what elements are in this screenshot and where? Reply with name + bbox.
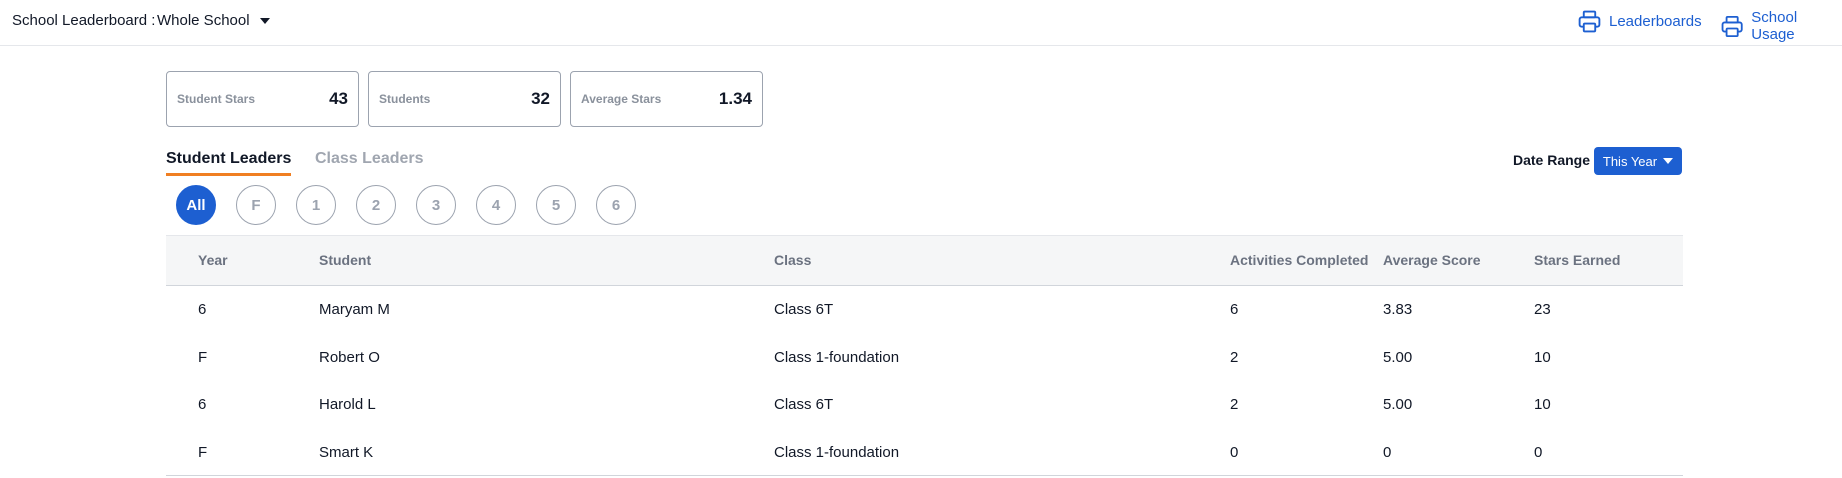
column-header-class[interactable]: Class — [774, 252, 811, 268]
cell-stars-earned: 10 — [1534, 348, 1551, 366]
stat-average-stars: Average Stars 1.34 — [570, 71, 763, 127]
cell-average-score: 0 — [1383, 443, 1392, 461]
date-range-value: This Year — [1602, 153, 1658, 169]
table-row: 6 Harold L Class 6T 2 5.00 10 — [166, 381, 1683, 429]
cell-student: Maryam M — [319, 301, 390, 318]
table-row: F Robert O Class 1-foundation 2 5.00 10 — [166, 334, 1683, 382]
chevron-down-icon — [259, 17, 270, 24]
printer-icon — [1721, 15, 1743, 37]
cell-average-score: 5.00 — [1383, 348, 1413, 366]
table-row: F Smart K Class 1-foundation 0 0 0 — [166, 429, 1683, 476]
chevron-down-icon — [1663, 158, 1674, 164]
cell-activities: 0 — [1230, 443, 1239, 461]
stat-label: Students — [379, 92, 431, 106]
year-filter-4[interactable]: 4 — [476, 185, 516, 225]
cell-activities: 2 — [1230, 348, 1239, 366]
stat-label: Student Stars — [177, 92, 256, 106]
cell-year: 6 — [198, 396, 207, 413]
column-header-activities[interactable]: Activities Completed — [1230, 252, 1368, 268]
cell-average-score: 3.83 — [1383, 301, 1413, 318]
stat-value: 43 — [329, 89, 348, 108]
table-header: Year Student Class Activities Completed … — [166, 235, 1683, 286]
cell-stars-earned: 0 — [1534, 443, 1543, 461]
year-filter-1[interactable]: 1 — [296, 185, 336, 225]
cell-activities: 6 — [1230, 301, 1239, 318]
cell-year: 6 — [198, 301, 207, 318]
scope-label: School Leaderboard : — [12, 12, 156, 29]
leaderboards-link[interactable]: Leaderboards — [1577, 9, 1702, 34]
cell-year: F — [198, 443, 208, 461]
scope-dropdown[interactable]: Whole School — [157, 12, 270, 29]
tab-student-leaders[interactable]: Student Leaders — [166, 150, 292, 176]
tab-class-leaders[interactable]: Class Leaders — [315, 150, 424, 168]
school-usage-link[interactable]: School Usage — [1720, 9, 1842, 43]
cell-student: Robert O — [319, 348, 380, 366]
year-filter-2[interactable]: 2 — [356, 185, 396, 225]
year-filter-all[interactable]: All — [176, 185, 216, 225]
column-header-student[interactable]: Student — [319, 252, 371, 268]
date-range-dropdown[interactable]: This Year — [1594, 147, 1682, 175]
cell-stars-earned: 10 — [1534, 396, 1551, 413]
stat-student-stars: Student Stars 43 — [166, 71, 359, 127]
year-filter-3[interactable]: 3 — [416, 185, 456, 225]
cell-student: Harold L — [319, 396, 376, 413]
cell-year: F — [198, 348, 208, 366]
stat-value: 1.34 — [718, 89, 752, 108]
scope-value: Whole School — [157, 12, 250, 29]
cell-average-score: 5.00 — [1383, 396, 1413, 413]
leaders-table: Year Student Class Activities Completed … — [166, 235, 1683, 476]
printer-icon — [1578, 10, 1601, 33]
cell-stars-earned: 23 — [1534, 301, 1551, 318]
column-header-average-score[interactable]: Average Score — [1383, 252, 1481, 268]
cell-student: Smart K — [319, 443, 374, 461]
stat-label: Average Stars — [581, 92, 662, 106]
leaderboards-link-label: Leaderboards — [1609, 13, 1702, 30]
stat-students: Students 32 — [368, 71, 561, 127]
stat-value: 32 — [531, 89, 550, 108]
year-filter-6[interactable]: 6 — [596, 185, 636, 225]
year-filter-5[interactable]: 5 — [536, 185, 576, 225]
date-range-label: Date Range — [1513, 152, 1591, 168]
school-usage-link-label: School Usage — [1751, 9, 1798, 43]
cell-class: Class 6T — [774, 301, 834, 318]
column-header-stars-earned[interactable]: Stars Earned — [1534, 252, 1620, 268]
cell-class: Class 1-foundation — [774, 348, 900, 366]
cell-activities: 2 — [1230, 396, 1239, 413]
cell-class: Class 1-foundation — [774, 443, 900, 461]
year-filter-f[interactable]: F — [236, 185, 276, 225]
top-bar: School Leaderboard : Whole School Leader… — [0, 0, 1842, 46]
column-header-year[interactable]: Year — [198, 252, 228, 268]
cell-class: Class 6T — [774, 396, 834, 413]
table-row: 6 Maryam M Class 6T 6 3.83 23 — [166, 286, 1683, 334]
